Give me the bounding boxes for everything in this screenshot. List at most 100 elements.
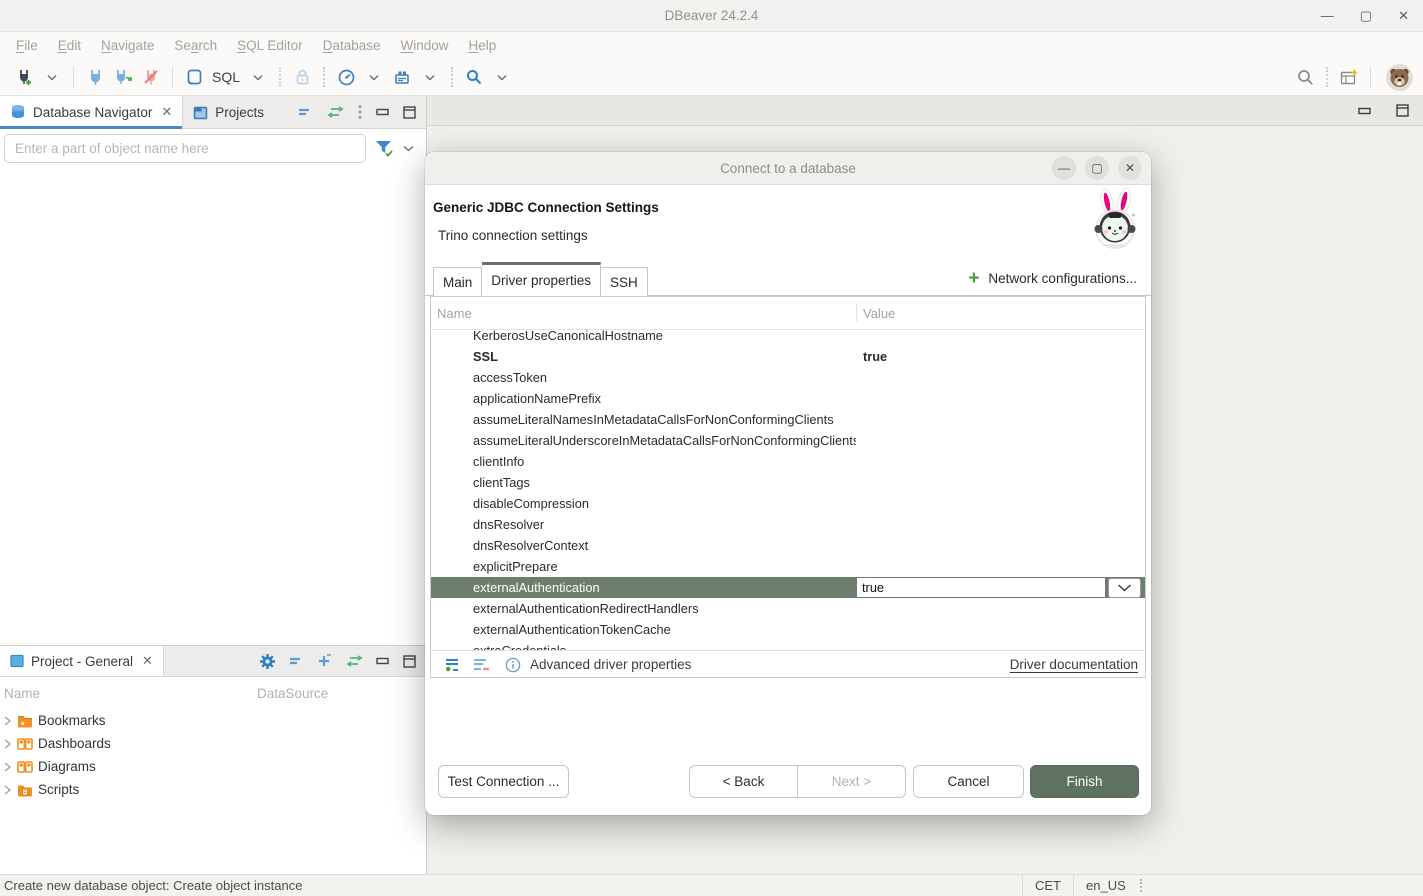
value-dropdown-button[interactable] bbox=[1108, 578, 1141, 598]
settings-gear-icon[interactable] bbox=[259, 653, 276, 670]
menu-help[interactable]: Help bbox=[459, 35, 507, 56]
property-row[interactable]: SSLtrue bbox=[431, 346, 1145, 367]
property-row[interactable]: explicitPrepare bbox=[431, 556, 1145, 577]
remove-property-icon[interactable] bbox=[472, 657, 490, 673]
tab-main[interactable]: Main bbox=[433, 267, 482, 296]
property-name: clientTags bbox=[431, 475, 856, 490]
link-with-editor-icon[interactable] bbox=[345, 655, 363, 667]
minimize-panel-icon[interactable] bbox=[376, 108, 390, 116]
link-with-editor-icon[interactable] bbox=[326, 106, 344, 118]
property-row[interactable]: disableCompression bbox=[431, 493, 1145, 514]
property-row[interactable]: dnsResolverContext bbox=[431, 535, 1145, 556]
dashboard-chevron-icon[interactable] bbox=[363, 64, 385, 90]
property-row[interactable]: extraCredentials bbox=[431, 640, 1145, 650]
tab-database-navigator[interactable]: Database Navigator ✕ bbox=[0, 96, 183, 128]
menu-navigate[interactable]: Navigate bbox=[91, 35, 164, 56]
dialog-minimize-button[interactable]: — bbox=[1052, 156, 1076, 180]
menu-database[interactable]: Database bbox=[313, 35, 391, 56]
tree-item-dashboards[interactable]: Dashboards bbox=[0, 732, 426, 755]
column-header-value[interactable]: Value bbox=[856, 306, 895, 321]
driver-manager-icon[interactable] bbox=[391, 64, 413, 90]
object-search-input[interactable] bbox=[4, 134, 366, 163]
add-property-icon[interactable] bbox=[444, 657, 463, 673]
new-connection-chevron-icon[interactable] bbox=[41, 64, 63, 90]
reconnect-icon[interactable] bbox=[112, 64, 134, 90]
dialog-titlebar[interactable]: Connect to a database — ▢ ✕ bbox=[425, 152, 1151, 185]
commit-lock-icon[interactable] bbox=[291, 64, 313, 90]
property-row[interactable]: clientInfo bbox=[431, 451, 1145, 472]
dialog-close-button[interactable]: ✕ bbox=[1118, 156, 1142, 180]
tree-item-scripts[interactable]: Scripts bbox=[0, 778, 426, 801]
tree-item-diagrams[interactable]: Diagrams bbox=[0, 755, 426, 778]
tab-driver-properties[interactable]: Driver properties bbox=[482, 262, 601, 296]
connect-icon[interactable] bbox=[84, 64, 106, 90]
timezone-indicator[interactable]: CET bbox=[1023, 878, 1073, 893]
property-row[interactable]: accessToken bbox=[431, 367, 1145, 388]
navigator-tabstrip: Database Navigator ✕ Projects bbox=[0, 96, 426, 129]
maximize-panel-icon[interactable] bbox=[403, 655, 416, 668]
window-maximize-button[interactable]: ▢ bbox=[1360, 8, 1372, 24]
filter-icon[interactable] bbox=[375, 140, 394, 157]
maximize-editor-icon[interactable] bbox=[1396, 104, 1409, 117]
property-row[interactable]: clientTags bbox=[431, 472, 1145, 493]
next-button[interactable]: Next > bbox=[797, 765, 906, 798]
minimize-editor-icon[interactable] bbox=[1358, 107, 1372, 115]
expand-chevron-icon[interactable] bbox=[3, 738, 12, 750]
property-row[interactable]: assumeLiteralUnderscoreInMetadataCallsFo… bbox=[431, 430, 1145, 451]
tab-project-general[interactable]: Project - General ✕ bbox=[0, 646, 164, 676]
property-row[interactable]: externalAuthentication bbox=[431, 577, 1145, 598]
menu-sql-editor[interactable]: SQL Editor bbox=[227, 35, 313, 56]
property-name: dnsResolver bbox=[431, 517, 856, 532]
network-configurations-button[interactable]: + Network configurations... bbox=[968, 271, 1137, 286]
finish-button[interactable]: Finish bbox=[1030, 765, 1139, 798]
expand-all-icon[interactable] bbox=[317, 654, 332, 668]
dashboard-icon[interactable] bbox=[335, 64, 357, 90]
statusbar-drag-handle[interactable] bbox=[1140, 879, 1142, 892]
menu-edit[interactable]: Edit bbox=[48, 35, 91, 56]
tab-ssh[interactable]: SSH bbox=[601, 267, 648, 296]
minimize-panel-icon[interactable] bbox=[376, 657, 390, 665]
driver-documentation-link[interactable]: Driver documentation bbox=[1010, 657, 1138, 672]
collapse-all-icon[interactable] bbox=[289, 655, 304, 667]
expand-chevron-icon[interactable] bbox=[3, 784, 12, 796]
test-connection-button[interactable]: Test Connection ... bbox=[438, 765, 569, 798]
quick-search-icon[interactable] bbox=[1294, 64, 1316, 90]
window-close-button[interactable]: ✕ bbox=[1398, 8, 1409, 24]
property-row[interactable]: externalAuthenticationRedirectHandlers bbox=[431, 598, 1145, 619]
sql-editor-chevron-icon[interactable] bbox=[247, 64, 269, 90]
cancel-button[interactable]: Cancel bbox=[913, 765, 1024, 798]
view-menu-icon[interactable] bbox=[357, 104, 363, 120]
menu-window[interactable]: Window bbox=[390, 35, 458, 56]
property-row[interactable]: dnsResolver bbox=[431, 514, 1145, 535]
search-objects-icon[interactable] bbox=[463, 64, 485, 90]
property-value-input[interactable] bbox=[856, 577, 1106, 598]
tree-item-bookmarks[interactable]: Bookmarks bbox=[0, 709, 426, 732]
property-row[interactable]: KerberosUseCanonicalHostname bbox=[431, 330, 1145, 346]
new-connection-icon[interactable] bbox=[13, 64, 35, 90]
tab-close-icon[interactable]: ✕ bbox=[142, 653, 153, 669]
disconnect-icon[interactable] bbox=[140, 64, 162, 90]
dialog-maximize-button[interactable]: ▢ bbox=[1085, 156, 1109, 180]
tab-close-icon[interactable]: ✕ bbox=[161, 104, 172, 120]
back-button[interactable]: < Back bbox=[689, 765, 798, 798]
search-objects-chevron-icon[interactable] bbox=[491, 64, 513, 90]
filter-chevron-icon[interactable] bbox=[403, 145, 414, 152]
locale-indicator[interactable]: en_US bbox=[1074, 878, 1138, 893]
window-minimize-button[interactable]: — bbox=[1321, 8, 1334, 23]
expand-chevron-icon[interactable] bbox=[3, 761, 12, 773]
collapse-all-icon[interactable] bbox=[298, 106, 313, 118]
menu-search[interactable]: Search bbox=[164, 35, 227, 56]
driver-manager-chevron-icon[interactable] bbox=[419, 64, 441, 90]
menu-file[interactable]: File bbox=[6, 35, 48, 56]
maximize-panel-icon[interactable] bbox=[403, 106, 416, 119]
property-value bbox=[856, 472, 1145, 493]
property-row[interactable]: applicationNamePrefix bbox=[431, 388, 1145, 409]
expand-chevron-icon[interactable] bbox=[3, 715, 12, 727]
open-perspective-icon[interactable] bbox=[1338, 64, 1360, 90]
column-header-name[interactable]: Name bbox=[431, 306, 856, 321]
sql-editor-icon[interactable] bbox=[183, 64, 205, 90]
property-row[interactable]: assumeLiteralNamesInMetadataCallsForNonC… bbox=[431, 409, 1145, 430]
user-avatar[interactable] bbox=[1386, 64, 1413, 91]
tab-projects[interactable]: Projects bbox=[183, 96, 274, 128]
property-row[interactable]: externalAuthenticationTokenCache bbox=[431, 619, 1145, 640]
